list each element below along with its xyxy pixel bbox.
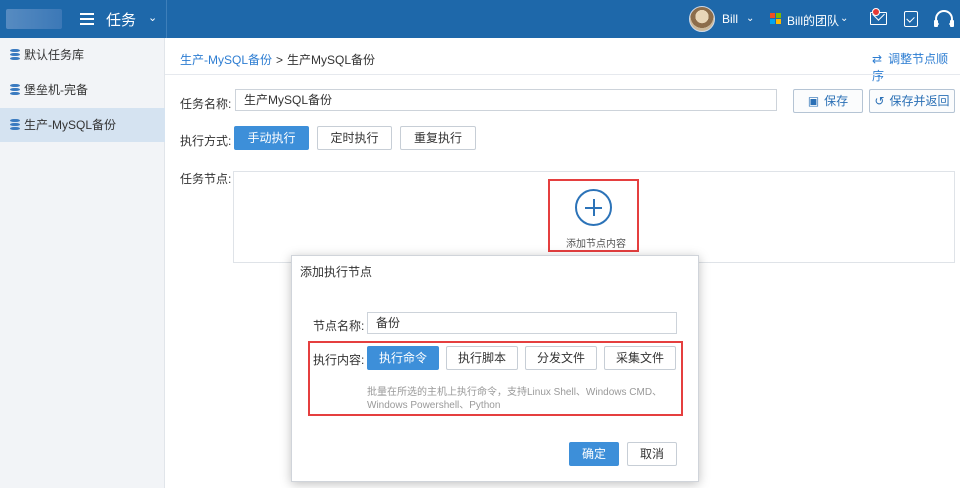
add-node-label[interactable]: 添加节点内容 bbox=[566, 235, 626, 250]
user-name[interactable]: Bill bbox=[722, 12, 738, 26]
sidebar-item-bastion[interactable]: 堡垒机-完备 bbox=[0, 73, 165, 107]
add-node-plus-icon[interactable] bbox=[575, 189, 612, 226]
exec-mode-label: 执行方式: bbox=[180, 134, 232, 148]
team-chevron-down-icon[interactable]: ⌄ bbox=[840, 13, 848, 24]
sidebar-item-label: 生产-MySQL备份 bbox=[24, 118, 117, 132]
database-icon bbox=[10, 119, 20, 131]
exec-content-description: 批量在所选的主机上执行命令，支持Linux Shell、Windows CMD、… bbox=[367, 387, 663, 411]
reorder-nodes-link[interactable]: ⇄ 调整节点顺序 bbox=[872, 50, 960, 84]
avatar[interactable] bbox=[689, 6, 715, 32]
app-title[interactable]: 任务 bbox=[106, 9, 136, 30]
sidebar-item-default-library[interactable]: 默认任务库 bbox=[0, 38, 165, 72]
team-logo-icon bbox=[770, 13, 782, 25]
dialog-title: 添加执行节点 bbox=[300, 265, 373, 279]
exec-mode-manual-button[interactable]: 手动执行 bbox=[234, 126, 309, 150]
task-check-icon[interactable] bbox=[904, 11, 918, 27]
database-icon bbox=[10, 49, 20, 61]
save-return-button-label: 保存并返回 bbox=[889, 94, 950, 108]
breadcrumb-current: 生产MySQL备份 bbox=[287, 53, 376, 67]
support-headset-icon[interactable] bbox=[934, 10, 954, 28]
notification-dot bbox=[872, 8, 880, 16]
divider bbox=[165, 74, 960, 75]
exec-mode-scheduled-button[interactable]: 定时执行 bbox=[317, 126, 392, 150]
exec-content-label: 执行内容: bbox=[313, 353, 365, 367]
topbar-divider bbox=[166, 0, 167, 38]
exec-mode-repeat-button[interactable]: 重复执行 bbox=[400, 126, 476, 150]
task-name-input[interactable]: 生产MySQL备份 bbox=[235, 89, 777, 111]
database-icon bbox=[10, 84, 20, 96]
save-button-label: 保存 bbox=[824, 94, 849, 108]
node-name-input[interactable]: 备份 bbox=[367, 312, 677, 334]
content-type-command-button[interactable]: 执行命令 bbox=[367, 346, 439, 370]
sidebar-item-label: 默认任务库 bbox=[24, 48, 85, 62]
node-name-label: 节点名称: bbox=[313, 319, 365, 333]
save-and-return-button[interactable]: ↺ 保存并返回 bbox=[869, 89, 955, 113]
breadcrumb-separator: > bbox=[276, 53, 284, 67]
sidebar-item-label: 堡垒机-完备 bbox=[24, 83, 88, 97]
breadcrumb-parent-link[interactable]: 生产-MySQL备份 bbox=[180, 53, 272, 67]
content-type-collect-file-button[interactable]: 采集文件 bbox=[604, 346, 676, 370]
save-icon: ▣ bbox=[807, 94, 820, 108]
reorder-label: 调整节点顺序 bbox=[872, 52, 949, 83]
chevron-down-icon[interactable]: ⌄ bbox=[148, 11, 157, 24]
swap-arrows-icon: ⇄ bbox=[872, 52, 883, 66]
hamburger-menu-icon[interactable] bbox=[80, 9, 94, 29]
task-node-label: 任务节点: bbox=[180, 172, 232, 186]
breadcrumb: 生产-MySQL备份 > 生产MySQL备份 bbox=[180, 51, 375, 68]
cancel-button[interactable]: 取消 bbox=[627, 442, 677, 466]
team-name[interactable]: Bill的团队 bbox=[787, 12, 839, 29]
save-button[interactable]: ▣ 保存 bbox=[793, 89, 863, 113]
content-type-distribute-file-button[interactable]: 分发文件 bbox=[525, 346, 597, 370]
logo bbox=[6, 9, 62, 29]
return-icon: ↺ bbox=[874, 94, 885, 108]
user-chevron-down-icon[interactable]: ⌄ bbox=[746, 13, 754, 24]
sidebar-item-mysql-backup[interactable]: 生产-MySQL备份 bbox=[0, 108, 165, 142]
confirm-button[interactable]: 确定 bbox=[569, 442, 619, 466]
content-type-script-button[interactable]: 执行脚本 bbox=[446, 346, 518, 370]
task-name-label: 任务名称: bbox=[180, 97, 232, 111]
